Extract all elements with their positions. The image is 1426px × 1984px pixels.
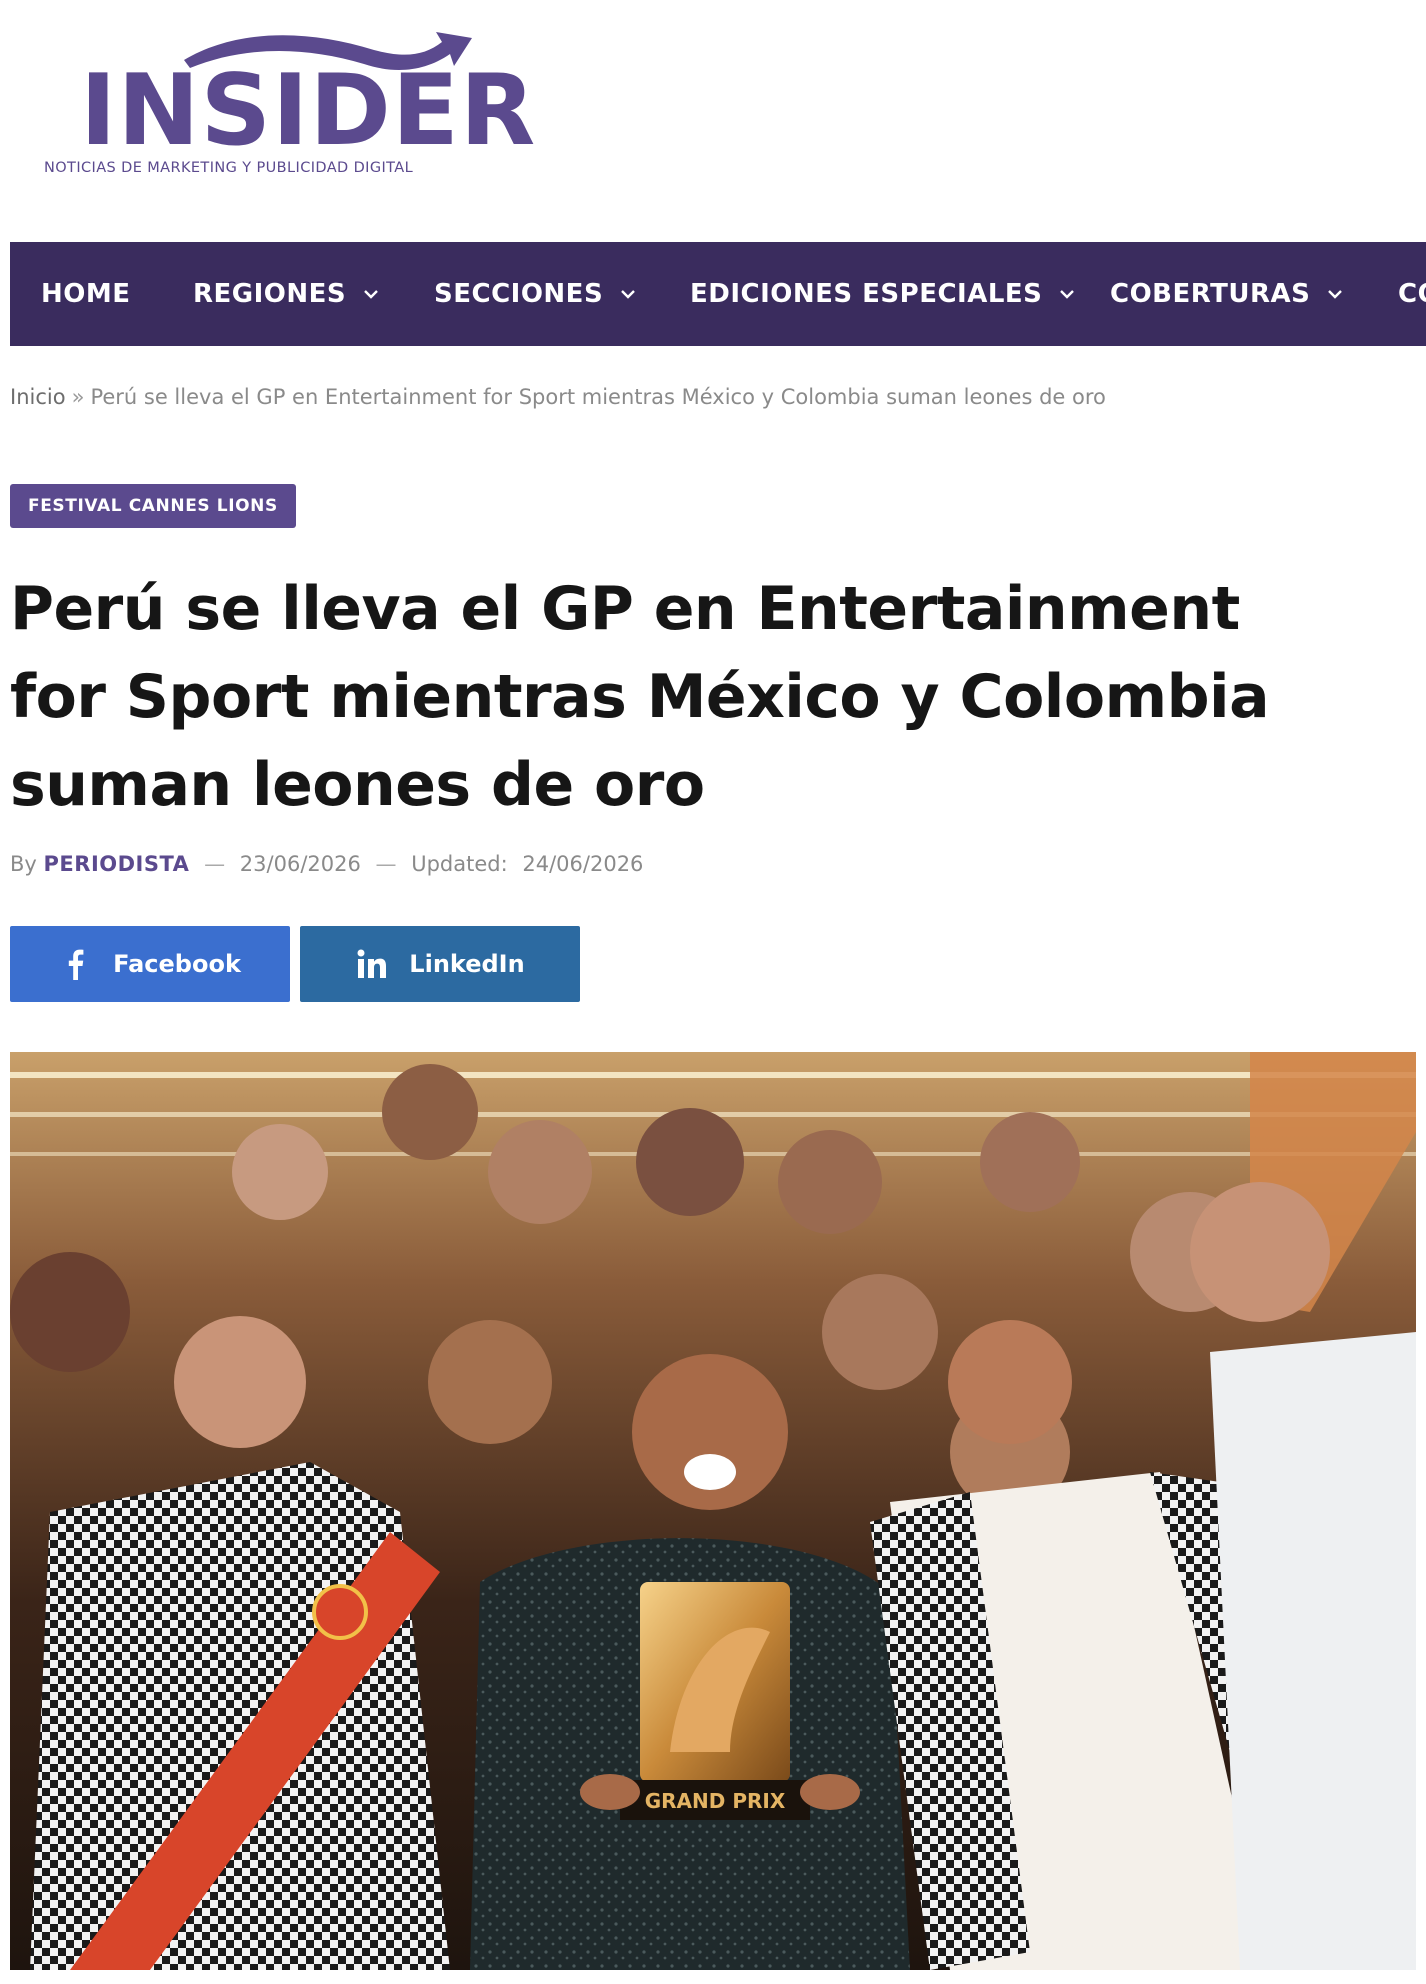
- facebook-icon: [68, 949, 84, 980]
- article-title: Perú se lleva el GP en Entertainment for…: [10, 574, 1270, 820]
- published-date: 23/06/2026: [239, 852, 361, 876]
- updated-date: 24/06/2026: [522, 852, 644, 876]
- hero-photo: GRAND PRIX: [10, 1052, 1416, 1970]
- author-link[interactable]: PERIODISTA: [44, 852, 190, 876]
- facebook-share-button[interactable]: Facebook: [10, 926, 290, 1002]
- logo-wordmark: INSIDER: [80, 54, 537, 168]
- linkedin-icon: [357, 949, 387, 978]
- linkedin-share-button[interactable]: LinkedIn: [300, 926, 580, 1002]
- facebook-share-label: Facebook: [113, 950, 241, 978]
- chevron-down-icon: [364, 290, 379, 299]
- nav-item-overflow[interactable]: CO: [1398, 242, 1426, 346]
- breadcrumb: Inicio» Perú se lleva el GP en Entertainm…: [10, 385, 1106, 409]
- nav-item-home[interactable]: HOME: [41, 242, 131, 346]
- nav-item-label: HOME: [41, 279, 131, 309]
- nav-item-secciones[interactable]: SECCIONES: [434, 242, 637, 346]
- linkedin-share-label: LinkedIn: [409, 950, 525, 978]
- nav-item-label: CO: [1398, 279, 1426, 309]
- hero-image: GRAND PRIX: [10, 1052, 1416, 1970]
- by-label: By: [10, 852, 37, 876]
- chevron-down-icon: [1328, 290, 1343, 299]
- article-meta: By PERIODISTA — 23/06/2026 — Updated: 24…: [10, 852, 643, 876]
- main-nav: HOME REGIONES SECCIONES EDICIONES ESPECI…: [10, 242, 1426, 346]
- breadcrumb-home-link[interactable]: Inicio: [10, 385, 66, 409]
- nav-item-label: REGIONES: [193, 279, 347, 309]
- meta-dash: —: [204, 852, 226, 876]
- trophy-label: GRAND PRIX: [645, 1789, 786, 1813]
- nav-item-label: COBERTURAS: [1110, 279, 1311, 309]
- breadcrumb-separator: »: [71, 385, 85, 409]
- nav-item-coberturas[interactable]: COBERTURAS: [1110, 242, 1344, 346]
- person-right-shirt: [1210, 1332, 1416, 1970]
- breadcrumb-current: Perú se lleva el GP en Entertainment for…: [90, 385, 1106, 409]
- jersey-left: [30, 1462, 450, 1970]
- site-logo[interactable]: INSIDER NOTICIAS DE MARKETING Y PUBLICID…: [44, 20, 535, 180]
- chevron-down-icon: [1060, 290, 1075, 299]
- chevron-down-icon: [621, 290, 636, 299]
- logo-tagline: NOTICIAS DE MARKETING Y PUBLICIDAD DIGIT…: [44, 160, 414, 176]
- category-badge[interactable]: FESTIVAL CANNES LIONS: [10, 484, 296, 528]
- person-right-head: [1190, 1182, 1330, 1322]
- nav-item-label: SECCIONES: [434, 279, 604, 309]
- nav-item-regiones[interactable]: REGIONES: [193, 242, 380, 346]
- updated-label: Updated:: [411, 852, 508, 876]
- meta-dash: —: [375, 852, 397, 876]
- nav-item-label: EDICIONES ESPECIALES: [690, 279, 1043, 309]
- nav-item-ediciones-especiales[interactable]: EDICIONES ESPECIALES: [690, 242, 1076, 346]
